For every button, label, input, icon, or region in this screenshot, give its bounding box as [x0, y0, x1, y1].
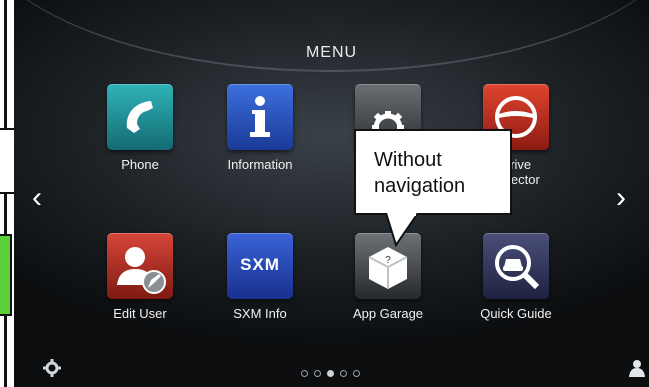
tile-label: App Garage	[352, 306, 424, 321]
settings-gear-icon[interactable]	[43, 359, 61, 377]
user-profile-icon[interactable]	[628, 359, 646, 377]
page-dot[interactable]	[314, 370, 321, 377]
previous-page-arrow[interactable]: ‹	[22, 180, 52, 216]
page-indicator	[301, 364, 366, 382]
tile-phone[interactable]: Phone	[90, 84, 190, 172]
tile-label: Phone	[121, 157, 159, 172]
menu-title: MENU	[305, 44, 358, 61]
tile-information[interactable]: Information	[210, 84, 310, 172]
svg-text:?: ?	[385, 255, 391, 266]
tile-label: Quick Guide	[480, 306, 552, 321]
page-dot-active[interactable]	[327, 370, 334, 377]
tile-label: Information	[227, 157, 293, 172]
callout-box: Without navigation	[354, 129, 512, 215]
user-edit-icon	[107, 233, 173, 299]
menu-screen: MENU ‹ › Phone Information Settings Driv…	[14, 0, 649, 387]
page-dot[interactable]	[301, 370, 308, 377]
page-dot[interactable]	[340, 370, 347, 377]
tile-edit-user[interactable]: Edit User	[90, 233, 190, 321]
sxm-logo-text: SXM	[240, 255, 280, 274]
next-page-arrow[interactable]: ›	[606, 180, 636, 216]
tile-sxm-info[interactable]: SXM SXM Info	[210, 233, 310, 321]
phone-handset-icon	[107, 84, 173, 150]
tile-quick-guide[interactable]: Quick Guide	[466, 233, 566, 321]
tile-label: Edit User	[113, 306, 167, 321]
sxm-logo-icon: SXM	[227, 233, 293, 299]
tile-label: SXM Info	[233, 306, 287, 321]
callout-pointer	[385, 213, 419, 248]
car-magnifier-icon	[483, 233, 549, 299]
green-indicator	[0, 234, 12, 316]
info-icon	[227, 84, 293, 150]
page-dot[interactable]	[353, 370, 360, 377]
